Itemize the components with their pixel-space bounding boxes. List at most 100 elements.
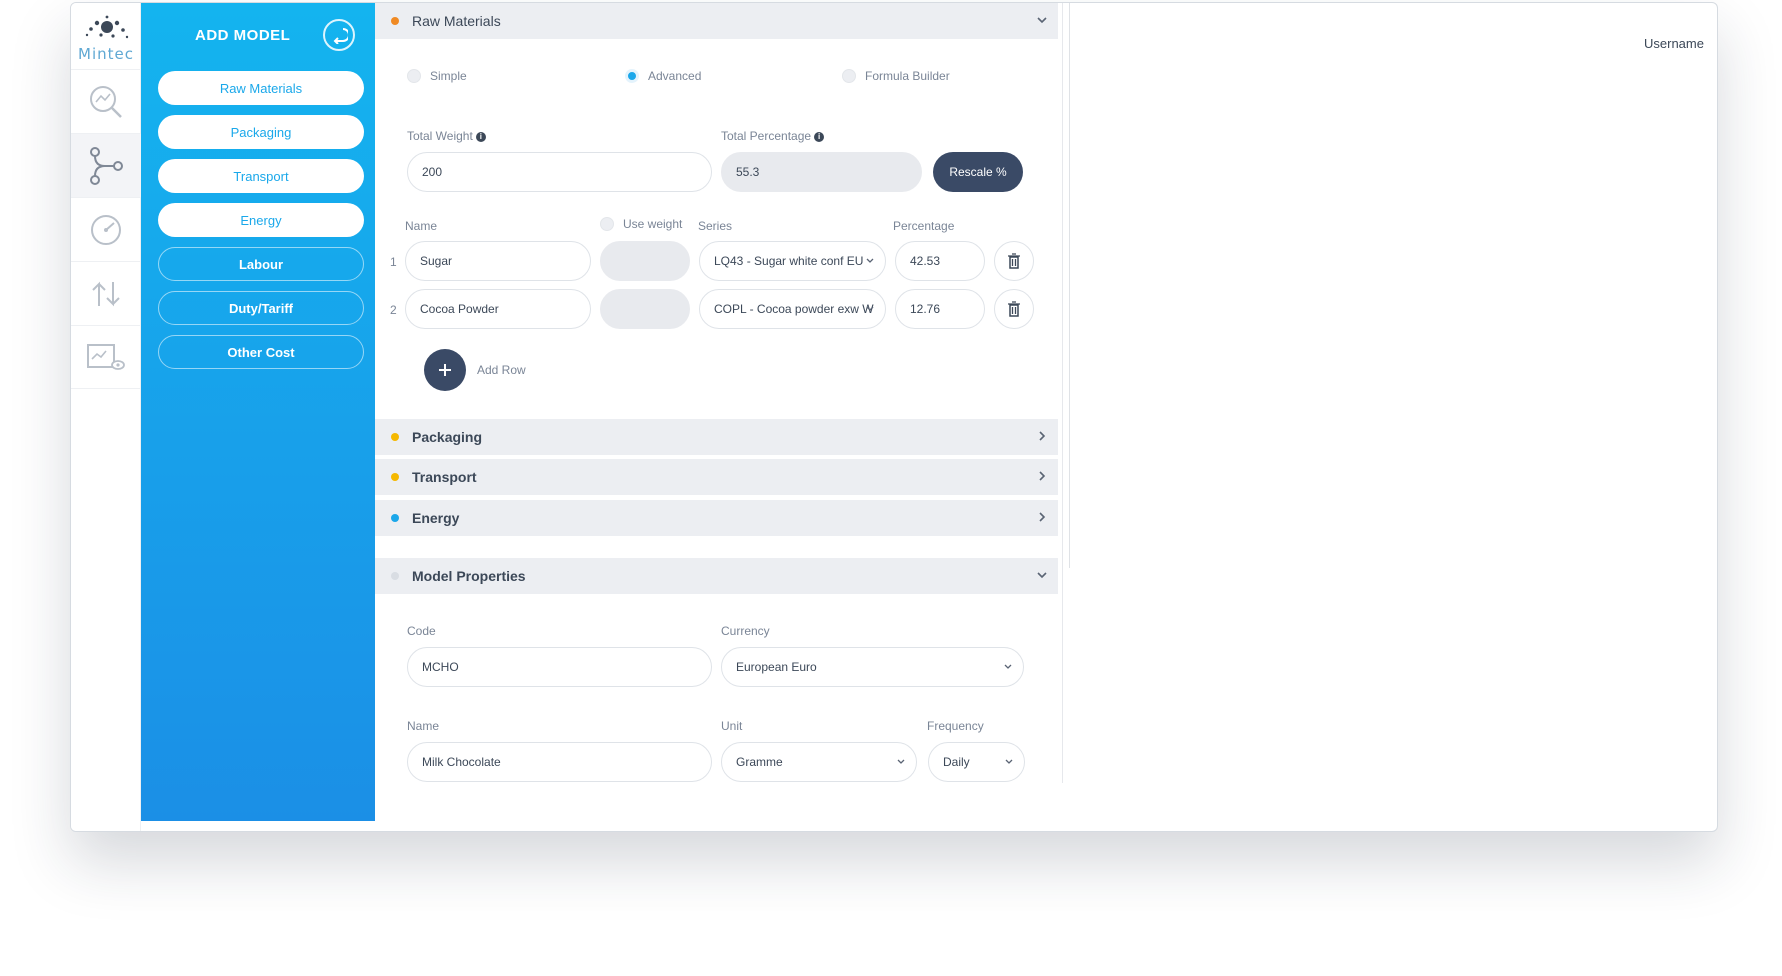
chevron-down-icon — [866, 306, 874, 311]
status-dot — [391, 433, 399, 441]
total-weight-input[interactable]: 200 — [407, 152, 712, 192]
rail-search[interactable] — [71, 69, 141, 133]
add-model-nav: ADD MODEL Raw Materials Packaging Transp… — [141, 3, 375, 821]
chevron-down-icon — [1037, 572, 1047, 579]
frequency-value: Daily — [943, 755, 970, 769]
rail-model[interactable] — [71, 133, 141, 197]
model-node-icon — [90, 146, 123, 185]
chevron-right-icon — [1039, 512, 1046, 522]
back-button[interactable] — [323, 19, 355, 51]
frequency-label: Frequency — [927, 719, 984, 733]
section-title: Energy — [412, 510, 460, 526]
nav-raw-materials[interactable]: Raw Materials — [158, 71, 364, 105]
chevron-right-icon — [1039, 431, 1046, 441]
radio-circle — [407, 69, 421, 83]
transfer-arrows-icon — [92, 281, 120, 306]
row-weight-input[interactable] — [600, 289, 690, 329]
rescale-button[interactable]: Rescale % — [933, 152, 1023, 192]
icon-rail: Mintec — [71, 3, 141, 831]
rail-gauge[interactable] — [71, 197, 141, 261]
delete-row-button[interactable] — [994, 241, 1034, 281]
chevron-down-icon — [866, 258, 874, 263]
nav-duty-tariff[interactable]: Duty/Tariff — [158, 291, 364, 325]
row-name-input[interactable]: Sugar — [405, 241, 591, 281]
row-weight-input[interactable] — [600, 241, 690, 281]
name-label: Name — [407, 719, 440, 733]
report-view-icon — [87, 344, 125, 370]
total-weight-label: Total Weight i — [407, 129, 486, 143]
nav-energy[interactable]: Energy — [158, 203, 364, 237]
nav-packaging[interactable]: Packaging — [158, 115, 364, 149]
radio-label: Use weight — [623, 217, 683, 231]
radio-label: Simple — [430, 69, 467, 83]
radio-label: Formula Builder — [865, 69, 950, 83]
delete-row-button[interactable] — [994, 289, 1034, 329]
rail-report[interactable] — [71, 325, 141, 389]
chevron-right-icon — [1039, 471, 1046, 481]
section-model-properties[interactable]: Model Properties — [375, 558, 1058, 594]
mode-formula-radio[interactable]: Formula Builder — [842, 69, 950, 83]
info-icon[interactable]: i — [475, 131, 486, 142]
row-percentage-input[interactable]: 42.53 — [895, 241, 985, 281]
row-series-select[interactable]: COPL - Cocoa powder exw W — [699, 289, 886, 329]
code-input[interactable]: MCHO — [407, 647, 712, 687]
radio-circle — [600, 217, 614, 231]
use-weight-toggle[interactable]: Use weight — [600, 217, 682, 231]
nav-labour[interactable]: Labour — [158, 247, 364, 281]
mode-simple-radio[interactable]: Simple — [407, 69, 467, 83]
currency-value: European Euro — [736, 660, 817, 674]
status-dot — [391, 473, 399, 481]
currency-select[interactable]: European Euro — [721, 647, 1024, 687]
unit-label: Unit — [721, 719, 743, 733]
radio-circle — [842, 69, 856, 83]
section-transport[interactable]: Transport — [375, 459, 1058, 495]
section-packaging[interactable]: Packaging — [375, 419, 1058, 455]
scrollbar-thumb[interactable] — [1064, 3, 1070, 568]
mode-advanced-radio[interactable]: Advanced — [625, 69, 701, 83]
col-percentage-header: Percentage — [893, 219, 955, 233]
section-title: Transport — [412, 469, 477, 485]
series-value: COPL - Cocoa powder exw W — [714, 302, 874, 316]
unit-select[interactable]: Gramme — [721, 742, 917, 782]
total-percentage-label: Total Percentage i — [721, 129, 825, 143]
chevron-down-icon — [1037, 17, 1047, 24]
brand-name: Mintec — [78, 45, 134, 63]
section-title: Packaging — [412, 429, 483, 445]
app-window: Mintec ADD MODEL Raw Materials Packaging… — [70, 2, 1718, 832]
nav-title: ADD MODEL — [195, 27, 291, 44]
status-dot — [391, 17, 399, 25]
currency-label: Currency — [721, 624, 770, 638]
row-name-input[interactable]: Cocoa Powder — [405, 289, 591, 329]
col-series-header: Series — [698, 219, 733, 233]
section-raw-materials[interactable]: Raw Materials — [375, 3, 1058, 39]
nav-transport[interactable]: Transport — [158, 159, 364, 193]
col-name-header: Name — [405, 219, 438, 233]
section-title: Raw Materials — [412, 13, 501, 29]
chevron-down-icon — [897, 759, 905, 764]
code-label: Code — [407, 624, 436, 638]
section-title: Model Properties — [412, 568, 526, 584]
search-chart-icon — [90, 85, 122, 118]
series-value: LQ43 - Sugar white conf EU — [714, 254, 864, 268]
chevron-down-icon — [1005, 759, 1013, 764]
rail-transfer[interactable] — [71, 261, 141, 325]
row-number: 1 — [390, 255, 397, 269]
add-row-button[interactable] — [424, 349, 466, 391]
chevron-down-icon — [1004, 664, 1012, 669]
mintec-logo: Mintec — [71, 3, 141, 69]
add-row-label[interactable]: Add Row — [477, 363, 526, 377]
section-energy[interactable]: Energy — [375, 500, 1058, 536]
gauge-icon — [91, 214, 121, 245]
trash-icon — [1008, 253, 1020, 269]
model-name-input[interactable]: Milk Chocolate — [407, 742, 712, 782]
total-percentage-input[interactable]: 55.3 — [721, 152, 922, 192]
nav-other-cost[interactable]: Other Cost — [158, 335, 364, 369]
plus-icon — [439, 364, 451, 376]
radio-circle-selected — [625, 69, 639, 83]
frequency-select[interactable]: Daily — [928, 742, 1025, 782]
info-icon[interactable]: i — [814, 131, 825, 142]
username-label[interactable]: Username — [1644, 36, 1704, 51]
row-number: 2 — [390, 303, 397, 317]
row-series-select[interactable]: LQ43 - Sugar white conf EU — [699, 241, 886, 281]
row-percentage-input[interactable]: 12.76 — [895, 289, 985, 329]
